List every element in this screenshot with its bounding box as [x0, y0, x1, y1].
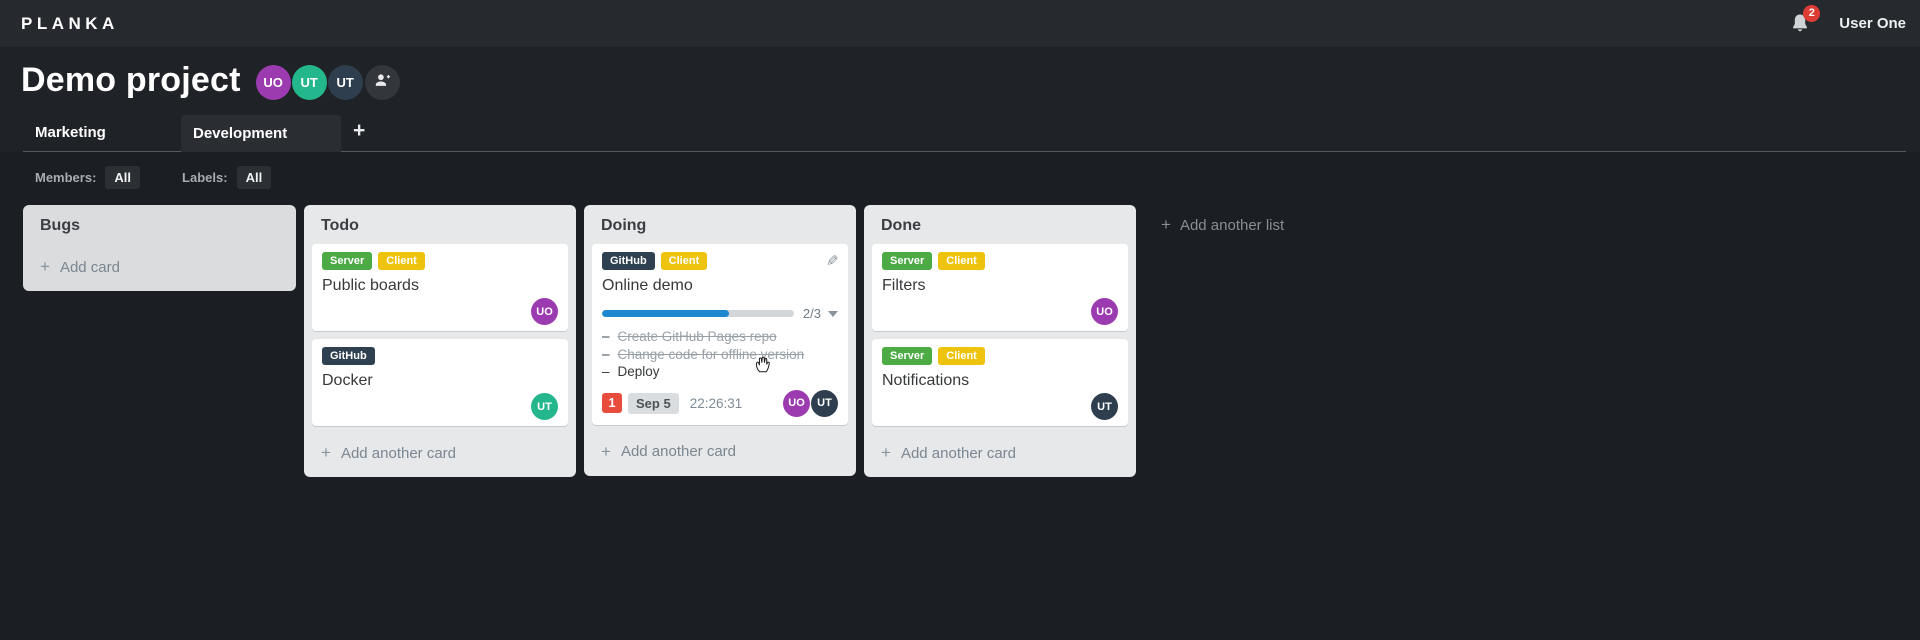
tasks-progress: 2/3 [602, 306, 838, 321]
top-bar: PLANKA 2 User One [0, 0, 1920, 47]
task-list: – Create GitHub Pages repo – Change code… [602, 328, 838, 381]
add-list-label: Add another list [1179, 216, 1285, 234]
task-item[interactable]: – Create GitHub Pages repo [602, 328, 838, 346]
card-docker[interactable]: GitHub Docker UT [312, 339, 568, 426]
card-title: Docker [322, 372, 373, 389]
add-another-list-button[interactable]: + Add another list [1161, 215, 1284, 235]
notifications-count-badge: 1 [602, 393, 622, 413]
card-filters[interactable]: Server Client Filters UO [872, 244, 1128, 331]
card-title: Filters [882, 277, 926, 294]
project-header: Demo project UO UT UT Marketing Developm… [0, 47, 1920, 152]
list-done: Done Server Client Filters UO Server Cli… [864, 205, 1136, 477]
member-avatar[interactable]: UO [1091, 298, 1118, 325]
card-online-demo[interactable]: GitHub Client ✎ Online demo 2/3 – Create… [592, 244, 848, 425]
add-card-label: Add another card [620, 443, 737, 460]
card-footer: 1 Sep 5 22:26:31 UO UT [602, 389, 838, 419]
member-avatar[interactable]: UO [531, 298, 558, 325]
task-text: Deploy [617, 364, 660, 379]
task-text: Change code for offline version [617, 346, 805, 362]
project-title[interactable]: Demo project [21, 61, 241, 100]
list-bugs: Bugs + Add card [23, 205, 296, 291]
filter-bar: Members: All Labels: All [0, 152, 1920, 189]
list-doing: Doing GitHub Client ✎ Online demo 2/3 – … [584, 205, 856, 476]
card-title: Notifications [882, 372, 970, 389]
member-avatar[interactable]: UT [811, 389, 838, 417]
person-add-icon [373, 71, 392, 95]
labels-filter-label: Labels: [182, 170, 228, 185]
plus-icon: + [321, 443, 331, 462]
task-item[interactable]: – Deploy [602, 363, 838, 381]
card-label: GitHub [322, 347, 375, 365]
card-label: Server [322, 252, 373, 270]
task-dash: – [602, 346, 610, 362]
add-another-card-button[interactable]: + Add another card [864, 434, 1136, 475]
member-avatar[interactable]: UT [531, 393, 558, 420]
tab-development[interactable]: Development [181, 115, 341, 152]
edit-card-icon[interactable]: ✎ [826, 252, 839, 270]
add-card-button[interactable]: + Add card [23, 244, 296, 289]
card-label: Client [938, 252, 985, 270]
member-avatar[interactable]: UO [255, 65, 291, 100]
list-todo: Todo Server Client Public boards UO GitH… [304, 205, 576, 477]
card-label: GitHub [602, 252, 655, 270]
card-public-boards[interactable]: Server Client Public boards UO [312, 244, 568, 331]
project-members: UO UT UT [255, 65, 400, 100]
topbar-right: 2 User One [1787, 4, 1906, 37]
add-another-card-button[interactable]: + Add another card [584, 433, 856, 474]
plus-icon: + [40, 257, 50, 276]
members-filter-label: Members: [35, 170, 97, 185]
tab-marketing[interactable]: Marketing [23, 114, 181, 151]
member-avatar[interactable]: UT [291, 65, 327, 100]
notifications-button[interactable]: 2 [1787, 4, 1821, 37]
card-label: Server [882, 252, 933, 270]
chevron-down-icon[interactable] [828, 310, 838, 317]
progress-fill [602, 310, 729, 317]
task-dash: – [602, 364, 610, 379]
progress-count: 2/3 [802, 306, 821, 321]
board-tabs: Marketing Development + [23, 114, 1906, 152]
list-title[interactable]: Bugs [23, 205, 296, 244]
plus-icon: + [1161, 215, 1171, 234]
kanban-board: Bugs + Add card Todo Server Client Publi… [0, 189, 1920, 477]
due-date-badge[interactable]: Sep 5 [628, 392, 679, 414]
member-avatar[interactable]: UT [1091, 393, 1118, 420]
labels-filter-value[interactable]: All [236, 166, 272, 189]
add-card-label: Add another card [340, 444, 457, 462]
member-avatar[interactable]: UO [783, 389, 810, 417]
card-label: Server [882, 347, 933, 365]
plus-icon: + [601, 441, 611, 461]
card-label: Client [378, 252, 425, 270]
list-title[interactable]: Doing [584, 205, 856, 244]
add-member-button[interactable] [364, 65, 400, 100]
progress-bar[interactable] [602, 310, 794, 317]
card-label: Client [938, 347, 985, 365]
user-menu[interactable]: User One [1839, 15, 1906, 32]
member-avatar[interactable]: UT [327, 65, 363, 100]
task-text: Create GitHub Pages repo [617, 329, 777, 344]
add-card-label: Add card [59, 258, 120, 276]
add-another-card-button[interactable]: + Add another card [304, 434, 576, 475]
add-board-button[interactable]: + [341, 114, 377, 151]
card-title: Public boards [322, 277, 419, 294]
add-card-label: Add another card [900, 444, 1017, 462]
task-item[interactable]: – Change code for offline version [602, 346, 838, 364]
card-title: Online demo [602, 277, 693, 294]
timer-value[interactable]: 22:26:31 [690, 396, 743, 411]
card-notifications[interactable]: Server Client Notifications UT [872, 339, 1128, 426]
notifications-count-badge: 2 [1803, 4, 1821, 22]
plus-icon: + [881, 443, 891, 462]
list-title[interactable]: Done [864, 205, 1136, 244]
task-dash: – [602, 329, 610, 344]
card-label: Client [660, 252, 708, 270]
list-title[interactable]: Todo [304, 205, 576, 244]
members-filter-value[interactable]: All [105, 166, 141, 189]
planka-logo[interactable]: PLANKA [21, 14, 119, 34]
